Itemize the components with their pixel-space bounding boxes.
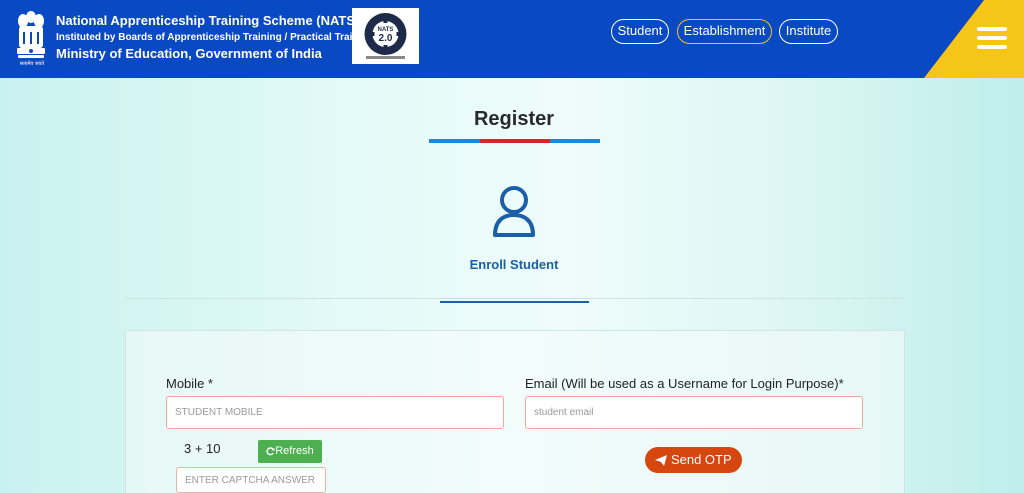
nav-student-button[interactable]: Student xyxy=(611,19,669,44)
page-title: Register xyxy=(473,108,555,130)
active-tab-indicator xyxy=(440,301,589,303)
header-accent-corner xyxy=(924,0,1024,78)
email-label: Email (Will be used as a Username for Lo… xyxy=(525,376,844,391)
site-header: सत्यमेव जयते National Apprenticeship Tra… xyxy=(0,0,1024,78)
nats-2-0-logo-icon: NATS 2.0 xyxy=(364,13,407,59)
mobile-label: Mobile * xyxy=(166,376,213,391)
send-otp-label: Send OTP xyxy=(670,452,732,467)
email-input[interactable] xyxy=(525,396,863,429)
nav-establishment-button[interactable]: Establishment xyxy=(677,19,772,44)
title-underline-right xyxy=(550,139,600,143)
captcha-question: 3 + 10 xyxy=(184,441,221,456)
title-underline-center xyxy=(480,139,550,143)
send-otp-button[interactable]: Send OTP xyxy=(645,447,742,473)
refresh-button-label: Refresh xyxy=(275,445,314,457)
mobile-input[interactable] xyxy=(166,396,504,429)
paper-plane-icon xyxy=(655,455,668,467)
org-subtitle: Instituted by Boards of Apprenticeship T… xyxy=(56,32,374,43)
section-divider xyxy=(125,298,905,299)
refresh-icon xyxy=(266,446,275,455)
nats-logo: NATS 2.0 xyxy=(352,8,419,64)
user-icon[interactable] xyxy=(491,185,537,239)
hamburger-menu-icon[interactable] xyxy=(977,27,1007,49)
emblem-caption: सत्यमेव जयते xyxy=(19,61,45,67)
ministry-title: Ministry of Education, Government of Ind… xyxy=(56,46,322,61)
title-underline-left xyxy=(429,139,480,143)
svg-text:2.0: 2.0 xyxy=(379,33,393,44)
org-title: National Apprenticeship Training Scheme … xyxy=(56,13,360,28)
refresh-captcha-button[interactable]: Refresh xyxy=(258,440,322,463)
nav-institute-button[interactable]: Institute xyxy=(779,19,838,44)
enroll-student-tab[interactable]: Enroll Student xyxy=(0,257,1024,272)
captcha-answer-input[interactable] xyxy=(176,467,326,493)
